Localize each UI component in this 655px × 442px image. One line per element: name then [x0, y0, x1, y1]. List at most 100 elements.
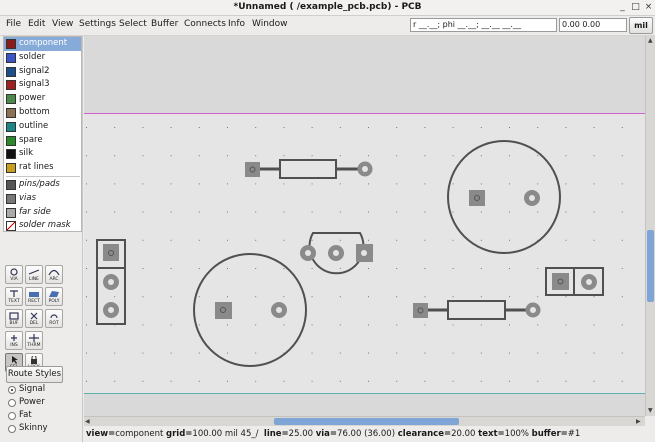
grid-dot — [424, 296, 426, 298]
layer-label: bottom — [19, 107, 50, 117]
layer-label: component — [19, 38, 68, 48]
menu-edit[interactable]: Edit — [28, 19, 45, 29]
layer-pins-pads[interactable]: pins/pads — [4, 178, 81, 192]
layer-signal3[interactable]: signal3 — [4, 78, 81, 92]
rect-tool-button[interactable]: RECT — [25, 287, 43, 306]
status-via-key: via= — [315, 429, 338, 439]
layer-solder[interactable]: solder — [4, 51, 81, 65]
menu-file[interactable]: File — [6, 19, 21, 29]
grid-dot — [452, 127, 454, 128]
layer-silk[interactable]: silk — [4, 147, 81, 161]
layer-far-side[interactable]: far side — [4, 206, 81, 220]
resistor-top[interactable] — [245, 159, 373, 179]
buffer-tool-button[interactable]: BUF — [5, 309, 23, 328]
menu-window[interactable]: Window — [252, 19, 288, 29]
layer-outline[interactable]: outline — [4, 120, 81, 134]
grid-dot — [227, 352, 228, 354]
rotate-icon — [50, 314, 58, 319]
grid-dot — [170, 183, 172, 185]
horizontal-scrollbar[interactable]: ◀ ▶ — [84, 416, 645, 426]
minimize-icon[interactable]: _ — [617, 2, 628, 13]
tool-label: INS — [10, 343, 18, 348]
layer-swatch-icon — [6, 221, 16, 232]
thermal-tool-button[interactable]: THRM — [25, 331, 43, 350]
grid-dot — [198, 268, 200, 269]
resistor-bottom[interactable] — [413, 300, 541, 320]
tool-label: POLY — [48, 299, 60, 304]
grid-dot — [565, 127, 567, 128]
insert-tool-button[interactable]: INS — [5, 331, 23, 350]
scroll-left-icon[interactable]: ◀ — [85, 418, 90, 425]
grid-dot — [227, 211, 228, 213]
menu-settings[interactable]: Settings — [79, 19, 116, 29]
arrow-pointer-icon — [12, 356, 18, 364]
line-tool-button[interactable]: LINE — [25, 265, 43, 284]
menu-buffer[interactable]: Buffer — [151, 19, 178, 29]
menu-view[interactable]: View — [52, 19, 73, 29]
layer-vias[interactable]: vias — [4, 192, 81, 206]
grid-dot — [142, 183, 144, 185]
grid-dot — [424, 211, 426, 213]
transistor-to92[interactable] — [300, 232, 373, 275]
grid-dot — [593, 155, 595, 157]
grid-dot — [227, 296, 228, 298]
layer-label: power — [19, 93, 46, 104]
layer-component[interactable]: component — [4, 37, 81, 51]
grid-dot — [227, 239, 228, 241]
lock-icon — [31, 356, 37, 364]
via-tool-button[interactable]: VIA — [5, 265, 23, 284]
route-style-skinny[interactable]: Skinny — [8, 422, 47, 435]
scroll-up-icon[interactable]: ▲ — [648, 37, 653, 44]
scroll-down-icon[interactable]: ▼ — [648, 407, 653, 414]
grid-dot — [368, 183, 369, 185]
grid-dot — [424, 127, 426, 128]
menu-select[interactable]: Select — [119, 19, 147, 29]
route-style-power[interactable]: Power — [8, 396, 45, 409]
maximize-icon[interactable]: □ — [630, 2, 641, 13]
route-style-fat[interactable]: Fat — [8, 409, 32, 422]
status-grid-value: 100.00 mil 45_/ — [192, 429, 259, 439]
grid-dot — [509, 380, 510, 382]
units-toggle-button[interactable]: mil — [629, 17, 653, 34]
grid-dot — [255, 296, 257, 298]
grid-dot — [452, 324, 454, 326]
header-3pin-left[interactable] — [96, 239, 126, 325]
radio-icon — [8, 399, 16, 407]
delete-tool-button[interactable]: DEL — [25, 309, 43, 328]
menu-info[interactable]: Info — [228, 19, 245, 29]
tool-label: TEXT — [8, 299, 20, 304]
grid-dot — [142, 127, 144, 128]
route-styles-button[interactable]: Route Styles — [6, 366, 63, 383]
pcb-canvas[interactable] — [84, 36, 645, 416]
grid-dot — [142, 352, 144, 354]
grid-dot — [621, 324, 623, 326]
vertical-scroll-thumb[interactable] — [647, 230, 654, 302]
capacitor-large-left[interactable] — [193, 253, 307, 367]
close-icon[interactable]: × — [643, 2, 654, 13]
route-style-signal[interactable]: Signal — [8, 383, 45, 396]
layer-signal2[interactable]: signal2 — [4, 65, 81, 79]
layer-rat-lines[interactable]: rat lines — [4, 161, 81, 175]
grid-dot — [170, 296, 172, 298]
cursor-position-field: r __.__; phi __.__; __.__ __.__ — [410, 18, 557, 32]
arc-tool-button[interactable]: ARC — [45, 265, 63, 284]
scroll-right-icon[interactable]: ▶ — [636, 418, 641, 425]
vertical-scrollbar[interactable]: ▲ ▼ — [645, 36, 655, 416]
status-clearance-key: clearance= — [397, 429, 452, 439]
rotate-tool-button[interactable]: ROT — [45, 309, 63, 328]
grid-dot — [170, 127, 172, 128]
menu-connects[interactable]: Connects — [184, 19, 226, 29]
layer-power[interactable]: power — [4, 92, 81, 106]
text-tool-button[interactable]: TEXT — [5, 287, 23, 306]
horizontal-scroll-thumb[interactable] — [274, 418, 459, 425]
layer-solder-mask[interactable]: solder mask — [4, 219, 81, 233]
capacitor-large-right[interactable] — [447, 140, 561, 254]
layer-spare[interactable]: spare — [4, 134, 81, 148]
thermal-icon — [29, 334, 39, 342]
grid-dot — [114, 211, 116, 213]
tool-label: LINE — [28, 277, 40, 282]
grid-dot — [593, 296, 595, 298]
header-2pin-right[interactable] — [545, 267, 604, 296]
layer-bottom[interactable]: bottom — [4, 106, 81, 120]
poly-tool-button[interactable]: POLY — [45, 287, 63, 306]
